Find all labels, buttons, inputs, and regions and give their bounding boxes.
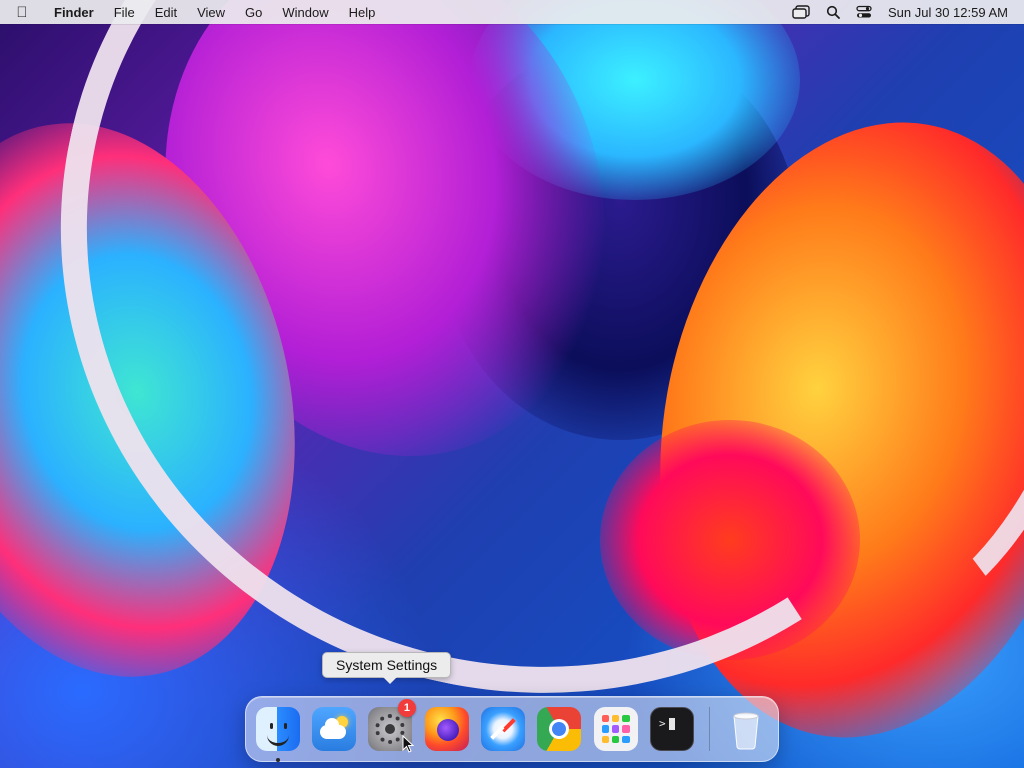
chrome-icon [537, 707, 582, 751]
safari-icon [480, 707, 525, 751]
menu-clock[interactable]: Sun Jul 30 12:59 AM [888, 5, 1008, 20]
dock-item-safari[interactable] [479, 705, 526, 753]
dock-item-chrome[interactable] [536, 705, 583, 753]
mouse-cursor-icon [402, 734, 415, 753]
trash-icon [724, 707, 768, 751]
menu-go[interactable]: Go [235, 5, 272, 20]
dock-item-firefox[interactable] [423, 705, 470, 753]
menu-window[interactable]: Window [272, 5, 338, 20]
dock-tooltip: System Settings [322, 652, 452, 684]
finder-icon [255, 707, 300, 751]
tooltip-label: System Settings [336, 657, 438, 673]
notification-badge: 1 [397, 699, 416, 717]
weather-icon [311, 707, 356, 751]
control-center-icon[interactable] [856, 0, 872, 24]
running-indicator [275, 758, 280, 762]
search-icon[interactable] [826, 0, 840, 24]
stage-manager-icon[interactable] [792, 0, 810, 24]
menu-view[interactable]: View [187, 5, 235, 20]
menu-help[interactable]: Help [339, 5, 386, 20]
apple-menu-icon[interactable]:  [0, 0, 44, 24]
dock-separator [708, 707, 710, 751]
firefox-icon [424, 707, 469, 751]
launchpad-icon [593, 707, 638, 751]
desktop-wallpaper [0, 0, 1024, 768]
menu-app-name[interactable]: Finder [44, 5, 104, 20]
dock-item-weather[interactable] [310, 705, 357, 753]
menu-bar:  Finder File Edit View Go Window Help S… [0, 0, 1024, 24]
dock: 1 > [245, 696, 779, 762]
menu-edit[interactable]: Edit [145, 5, 187, 20]
dock-item-launchpad[interactable] [592, 705, 639, 753]
dock-item-trash[interactable] [723, 705, 770, 753]
dock-item-terminal[interactable]: > [648, 705, 695, 753]
menu-file[interactable]: File [104, 5, 145, 20]
dock-item-finder[interactable] [254, 705, 301, 762]
terminal-icon: > [649, 707, 694, 751]
